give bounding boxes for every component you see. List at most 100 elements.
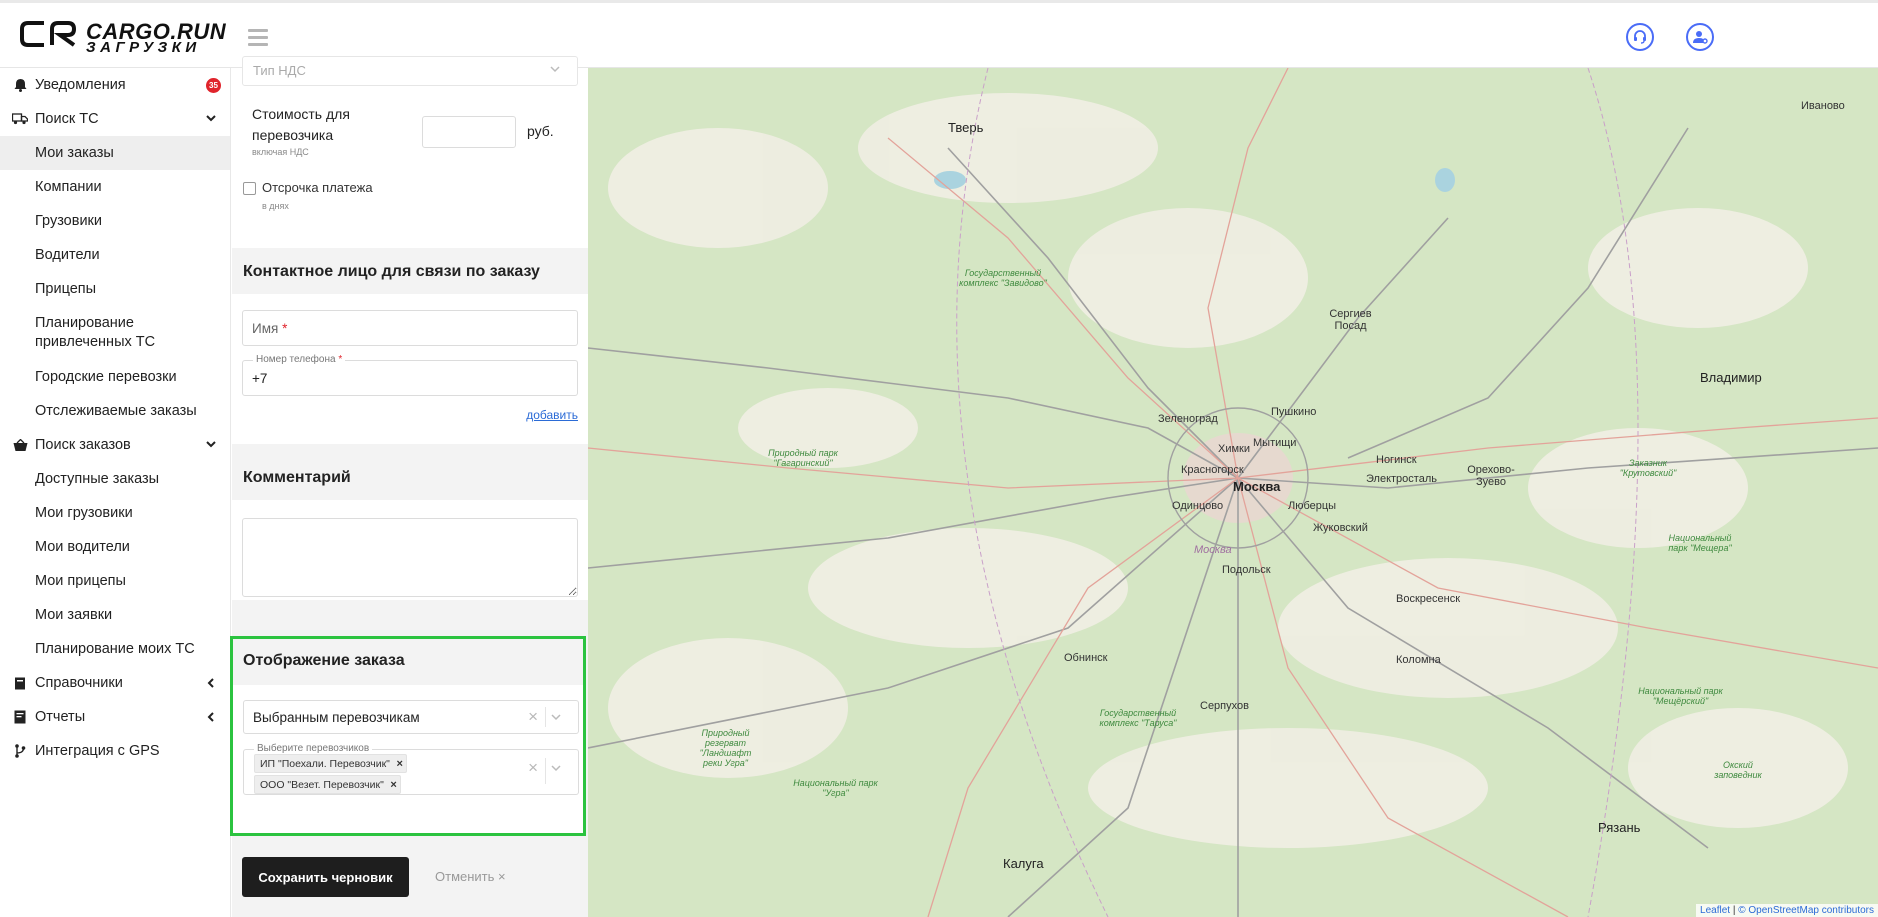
- support-headset-icon[interactable]: [1626, 23, 1654, 51]
- sidebar-item-available-orders[interactable]: Доступные заказы: [0, 462, 230, 496]
- select-separator: [545, 758, 546, 784]
- remove-chip-icon[interactable]: ×: [396, 755, 402, 774]
- sidebar-item-companies[interactable]: Компании: [0, 170, 230, 204]
- display-section-title: Отображение заказа: [233, 639, 583, 685]
- phone-label: Номер телефона *: [253, 354, 346, 365]
- contact-card: Имя * Номер телефона * +7 добавить: [232, 294, 588, 444]
- map-park-label: Государственный комплекс "Завидово": [959, 268, 1047, 288]
- sidebar-item-label: Интеграция с GPS: [35, 743, 160, 759]
- sidebar-item-my-drivers[interactable]: Мои водители: [0, 530, 230, 564]
- currency-label: руб.: [527, 123, 554, 139]
- truck-icon: [12, 102, 28, 136]
- deferral-label: Отсрочка платежа: [262, 180, 373, 195]
- phone-value: +7: [252, 371, 268, 386]
- leaflet-link[interactable]: Leaflet: [1700, 905, 1730, 916]
- select-separator: [545, 707, 546, 727]
- sidebar-item-trucks[interactable]: Грузовики: [0, 204, 230, 238]
- sidebar-item-reports[interactable]: Отчеты: [0, 700, 230, 734]
- carrier-chip: ООО "Везет. Перевозчик" ×: [254, 775, 401, 794]
- osm-link[interactable]: © OpenStreetMap contributors: [1738, 905, 1874, 916]
- user-settings-icon[interactable]: [1686, 23, 1714, 51]
- phone-input[interactable]: Номер телефона * +7: [242, 354, 578, 396]
- sidebar-item-my-requests[interactable]: Мои заявки: [0, 598, 230, 632]
- map-attribution: Leaflet | © OpenStreetMap contributors: [1696, 904, 1878, 917]
- map-park-label: Государственный комплекс "Таруса": [1099, 708, 1177, 728]
- chevron-down-icon: [549, 63, 561, 75]
- map-city-label: Серпухов: [1200, 700, 1249, 712]
- sidebar: Уведомления 35 Поиск ТС Мои заказы Компа…: [0, 68, 231, 917]
- logo-subtitle: ЗАГРУЗКИ: [86, 39, 201, 56]
- map-city-label: Орехово-Зуево: [1467, 464, 1515, 488]
- vat-type-select[interactable]: Тип НДС: [242, 56, 578, 86]
- comment-textarea[interactable]: [242, 518, 578, 597]
- map-city-label: Ногинск: [1376, 454, 1417, 466]
- deferral-hint: в днях: [262, 201, 289, 211]
- map-city-label: Сергиев Посад: [1329, 308, 1372, 332]
- name-input[interactable]: Имя *: [242, 310, 578, 346]
- cart-icon: [12, 428, 28, 462]
- map-city-label: Москва: [1233, 479, 1281, 494]
- carriers-label: Выберите перевозчиков: [254, 743, 373, 754]
- save-draft-button[interactable]: Сохранить черновик: [242, 857, 409, 897]
- bell-icon: [12, 68, 28, 102]
- vat-type-placeholder: Тип НДС: [253, 63, 306, 78]
- carriers-multiselect[interactable]: Выберите перевозчиков ИП "Поехали. Перев…: [243, 743, 579, 795]
- map-city-label: Пушкино: [1271, 406, 1317, 418]
- map-city-label: Зеленоград: [1158, 413, 1218, 425]
- deferral-checkbox[interactable]: [243, 182, 256, 195]
- map-park-label: Природный парк "Гагаринский": [768, 448, 838, 468]
- map-city-label: Химки: [1218, 443, 1251, 455]
- sidebar-item-label: Поиск заказов: [35, 437, 131, 453]
- map-park-label: Национальный парк "Мещера": [1668, 533, 1732, 553]
- book-icon: [12, 666, 28, 700]
- sidebar-item-gps[interactable]: Интеграция с GPS: [0, 734, 230, 768]
- map-city-label: Одинцово: [1172, 500, 1224, 512]
- comment-card: [232, 500, 588, 600]
- sidebar-item-label: Отчеты: [35, 709, 86, 725]
- carrier-cost-hint: включая НДС: [252, 147, 309, 157]
- notification-count-badge: 35: [206, 78, 221, 93]
- sidebar-item-my-trailers[interactable]: Мои прицепы: [0, 564, 230, 598]
- clear-icon[interactable]: ×: [528, 707, 538, 727]
- map-park-label: Природный резерват "Ландшафт реки Угра": [699, 728, 752, 768]
- sidebar-item-tracked-orders[interactable]: Отслеживаемые заказы: [0, 394, 230, 428]
- report-icon: [12, 700, 28, 734]
- display-mode-value: Выбранным перевозчикам: [253, 710, 420, 725]
- menu-toggle-icon[interactable]: [248, 29, 268, 46]
- remove-chip-icon[interactable]: ×: [390, 776, 396, 795]
- sidebar-item-drivers[interactable]: Водители: [0, 238, 230, 272]
- map-park-label: Национальный парк "Угра": [793, 778, 878, 798]
- chevron-down-icon[interactable]: [550, 762, 562, 774]
- map-city-label: Тверь: [948, 120, 984, 135]
- sidebar-item-my-orders[interactable]: Мои заказы: [0, 136, 230, 170]
- map-park-label: Национальный парк "Мещёрский": [1638, 686, 1723, 706]
- cargo-run-logo-icon: [20, 21, 77, 47]
- sidebar-item-search-orders[interactable]: Поиск заказов: [0, 428, 230, 462]
- branch-icon: [12, 734, 28, 768]
- order-form-panel: Тип НДС Стоимость для перевозчика включа…: [230, 56, 588, 917]
- map-view[interactable]: Тверь Иваново Сергиев Посад Владимир Зел…: [588, 68, 1878, 917]
- map-city-label: Красногорск: [1181, 464, 1244, 476]
- logo[interactable]: CARGO.RUN ЗАГРУЗКИ: [18, 17, 226, 57]
- contact-section-title: Контактное лицо для связи по заказу: [232, 248, 588, 294]
- map-city-label: Воскресенск: [1396, 593, 1461, 605]
- sidebar-item-my-trucks[interactable]: Мои грузовики: [0, 496, 230, 530]
- sidebar-item-trailers[interactable]: Прицепы: [0, 272, 230, 306]
- sidebar-item-notifications[interactable]: Уведомления 35: [0, 68, 230, 102]
- display-mode-select[interactable]: Выбранным перевозчикам ×: [243, 700, 579, 734]
- pricing-card: Тип НДС Стоимость для перевозчика включа…: [232, 56, 588, 248]
- carrier-cost-input[interactable]: [422, 116, 516, 148]
- sidebar-item-search-ts[interactable]: Поиск ТС: [0, 102, 230, 136]
- clear-icon[interactable]: ×: [528, 758, 538, 778]
- sidebar-item-references[interactable]: Справочники: [0, 666, 230, 700]
- add-contact-link[interactable]: добавить: [526, 408, 578, 422]
- map-city-label: Иваново: [1801, 100, 1845, 112]
- sidebar-item-city-transport[interactable]: Городские перевозки: [0, 360, 230, 394]
- sidebar-item-planning-hired[interactable]: Планирование привлеченных ТС: [0, 306, 230, 360]
- sidebar-item-label: Поиск ТС: [35, 111, 99, 127]
- sidebar-item-planning-my-ts[interactable]: Планирование моих ТС: [0, 632, 230, 666]
- cancel-button[interactable]: Отменить ×: [435, 869, 506, 884]
- carrier-chip: ИП "Поехали. Перевозчик" ×: [254, 754, 407, 773]
- chevron-down-icon[interactable]: [550, 711, 562, 723]
- map-city-label: Люберцы: [1288, 500, 1337, 512]
